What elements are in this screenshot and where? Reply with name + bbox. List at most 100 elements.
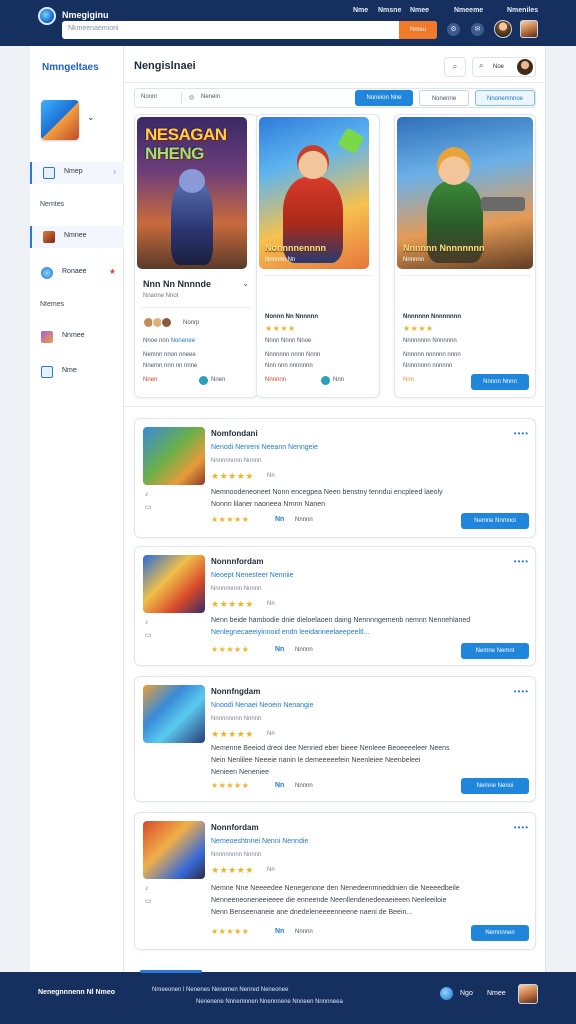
filter-button-accent[interactable]: Nnonemnnoe bbox=[475, 90, 535, 106]
game-thumbnail bbox=[143, 555, 205, 613]
row-category: Neoept Nenesteer Nenniie bbox=[211, 572, 294, 579]
sidebar-item-5[interactable]: Nme bbox=[30, 361, 124, 383]
globe-icon[interactable] bbox=[440, 987, 453, 1000]
chevron-down-icon[interactable]: ⌄ bbox=[242, 279, 249, 288]
share-icon[interactable]: ♪ bbox=[145, 885, 149, 892]
rating-label: Nnnnn bbox=[295, 783, 313, 789]
sidebar: Nmngeltaes ⌄ Nmep › Nemtes Nmnee Ronaee … bbox=[30, 46, 124, 972]
search-button[interactable]: Nmeu bbox=[399, 21, 437, 39]
footer-tab-indicator bbox=[140, 970, 202, 973]
avatar bbox=[517, 59, 533, 75]
bookmark-icon[interactable]: ▭ bbox=[145, 897, 152, 905]
install-button[interactable]: Nemne Nemnt bbox=[461, 643, 529, 659]
download-label: Nnn bbox=[333, 377, 345, 383]
top-nav-item[interactable]: Nmeniles bbox=[507, 7, 538, 14]
profile-avatar[interactable] bbox=[520, 20, 538, 38]
price-label: Nnen bbox=[143, 377, 158, 383]
game-cover-image: Nonnnnennnn Nnnnnn Nn bbox=[259, 117, 369, 269]
price-label: Nnnnnn bbox=[265, 377, 287, 383]
sidebar-item-3[interactable]: Ronaee ★ bbox=[30, 262, 124, 284]
top-nav-item[interactable]: Nmeeme bbox=[454, 7, 483, 14]
footer-links[interactable]: Nenenene Nnnemnnen Nnennnene Nnneen Nnnn… bbox=[196, 999, 343, 1005]
game-meta: Nnnn Nnnn Nnoe bbox=[265, 338, 312, 344]
install-button[interactable]: Nemne Nnmnoi bbox=[461, 513, 529, 529]
install-button[interactable]: Nemnnnen bbox=[471, 925, 529, 941]
puzzle-icon bbox=[41, 331, 53, 343]
rating-count: Nn bbox=[267, 867, 275, 873]
search-placeholder: Nkmeenaemioni bbox=[68, 25, 119, 32]
sidebar-item-1[interactable]: Nmep › bbox=[30, 162, 124, 184]
filter-button[interactable]: Nonenne bbox=[419, 90, 469, 106]
list-item[interactable]: Nonnfngdam •••• Nnoodi Nenaei Neoein Nen… bbox=[134, 676, 536, 802]
featured-card[interactable]: Nnnnnn Nnnnnnnn Nnnnnn Nnnnnnn Nnnnnnnn … bbox=[394, 114, 536, 398]
app-title: Nmegiginu bbox=[62, 10, 109, 20]
featured-card[interactable]: NESAGAN NHENG Nnn Nn Nnnnde ⌄ Nnanne Nno… bbox=[134, 114, 258, 398]
badge-icon: ★ bbox=[108, 267, 116, 276]
row-title: Nomfondani bbox=[211, 429, 258, 438]
row-subtitle: Nnnnnnnnn Nnnnn bbox=[211, 852, 262, 858]
list-item[interactable]: Nonnnfordam •••• Neoept Nenesteer Nennii… bbox=[134, 546, 536, 666]
game-meta: Nnemn nnn nn nnne bbox=[143, 363, 198, 369]
list-item[interactable]: Nonnfordam •••• Nemeoeshtnnei Nenni Nenn… bbox=[134, 812, 536, 950]
rating-label: Nnnnn bbox=[295, 517, 313, 523]
more-icon[interactable]: •••• bbox=[514, 823, 529, 832]
share-icon[interactable]: ♪ bbox=[145, 491, 149, 498]
search-icon[interactable]: ⌕ bbox=[444, 57, 466, 77]
more-icon[interactable]: •••• bbox=[514, 429, 529, 438]
game-meta: Nnnnnnn nnnn Nnnn bbox=[265, 352, 321, 358]
user-label: Noe bbox=[493, 64, 505, 70]
sidebar-item-2[interactable]: Nmnee bbox=[30, 226, 124, 248]
row-title: Nonnnfordam bbox=[211, 557, 264, 566]
settings-icon[interactable]: ✉ bbox=[471, 23, 484, 36]
search-input[interactable]: Nkmeenaemioni Nmeu bbox=[62, 21, 437, 39]
game-cover-image: Nnnnnn Nnnnnnnn Nnnnnn bbox=[397, 117, 533, 269]
rating-label: Nnnnn bbox=[295, 647, 313, 653]
chevron-down-icon[interactable]: ⌄ bbox=[87, 112, 95, 123]
install-button[interactable]: Nemne Nenoi bbox=[461, 778, 529, 794]
footer-links[interactable]: Nmeeonen l Nenenes Nenemen Nenred Neneon… bbox=[152, 987, 288, 993]
user-menu[interactable]: ⌕ Noe bbox=[472, 57, 536, 77]
top-nav-item[interactable]: Nme bbox=[353, 7, 368, 14]
sidebar-item-4[interactable]: Nnmee bbox=[30, 326, 124, 348]
game-meta: Nnoe nnn Nonenee bbox=[143, 338, 196, 344]
game-icon bbox=[43, 231, 55, 243]
blaster-shape bbox=[481, 197, 525, 211]
chevron-right-icon: › bbox=[113, 167, 116, 176]
top-nav-item[interactable]: Nmsne bbox=[378, 7, 401, 14]
rating-stars: ★★★★★ bbox=[211, 865, 254, 875]
game-subtitle: Nnanne Nnot bbox=[143, 293, 179, 299]
download-label: Nnen bbox=[211, 377, 226, 383]
more-icon[interactable]: •••• bbox=[514, 687, 529, 696]
bookmark-icon[interactable]: ▭ bbox=[145, 631, 152, 639]
more-icon[interactable]: •••• bbox=[514, 557, 529, 566]
featured-card[interactable]: Nonnnnennnn Nnnnnn Nn Nonnn Nn Nnnnnn ★★… bbox=[256, 114, 380, 398]
player-avatars bbox=[143, 317, 172, 330]
sidebar-section: Nemtes bbox=[40, 201, 65, 208]
game-meta: Nnnnnnnn Nnnnnnn bbox=[403, 338, 457, 344]
game-name: Nonnn Nn Nnnnnn bbox=[265, 314, 318, 320]
user-avatar[interactable] bbox=[494, 20, 512, 38]
bookmark-icon[interactable]: ▭ bbox=[145, 503, 152, 511]
screen-icon bbox=[41, 366, 53, 378]
filter-button-primary[interactable]: Noneion Nne bbox=[355, 90, 413, 106]
rating-stars: ★★★★ bbox=[265, 324, 296, 333]
notification-icon[interactable]: ⚙ bbox=[447, 23, 460, 36]
share-icon[interactable]: ♪ bbox=[145, 619, 149, 626]
row-category: Nemeoeshtnnei Nenni Nenndie bbox=[211, 838, 309, 845]
game-tile-icon[interactable] bbox=[41, 100, 79, 140]
filter-item[interactable]: Nenein bbox=[201, 94, 220, 100]
filter-item[interactable]: Nonnr bbox=[141, 94, 157, 100]
app-logo-icon[interactable] bbox=[38, 7, 56, 25]
get-button[interactable]: Nnnnn Nnnn bbox=[471, 374, 529, 390]
filter-icon: ◎ bbox=[189, 95, 195, 101]
footer-label[interactable]: Nmee bbox=[487, 990, 506, 997]
price-label: Nnn bbox=[403, 377, 415, 383]
list-item[interactable]: Nomfondani •••• Nenodi Nenreni Neeann Ne… bbox=[134, 418, 536, 538]
character-head bbox=[179, 169, 205, 193]
game-cover-image: NESAGAN NHENG bbox=[137, 117, 247, 269]
avatar[interactable] bbox=[518, 984, 538, 1004]
footer-label[interactable]: Ngo bbox=[460, 990, 473, 997]
top-nav-item[interactable]: Nmee bbox=[410, 7, 429, 14]
download-icon[interactable] bbox=[199, 376, 208, 385]
download-icon[interactable] bbox=[321, 376, 330, 385]
